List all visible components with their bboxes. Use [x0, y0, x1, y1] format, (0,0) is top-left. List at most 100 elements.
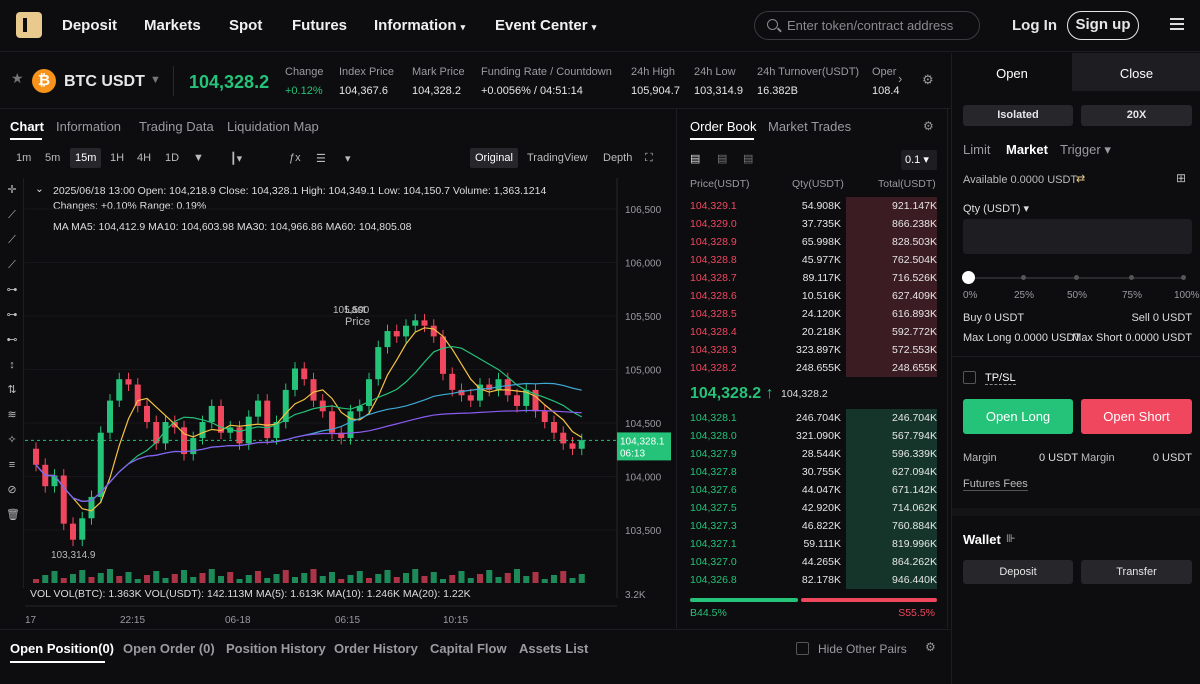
hide-pairs-label[interactable]: Hide Other Pairs: [818, 642, 907, 656]
tab-chart[interactable]: Chart: [10, 119, 44, 134]
slider-stop[interactable]: [1074, 275, 1079, 280]
pair-dropdown-icon[interactable]: ▼: [150, 74, 161, 86]
nav-information[interactable]: Information ▾: [374, 0, 465, 52]
tab-capital-flow[interactable]: Capital Flow: [430, 641, 507, 656]
orderbook-row[interactable]: 104,326.8 82.178K 946.440K: [690, 571, 937, 589]
orderbook-row[interactable]: 104,328.9 65.998K 828.503K: [690, 233, 937, 251]
ray-icon[interactable]: ⟋: [6, 234, 18, 246]
price-range-icon[interactable]: ⇅: [6, 384, 18, 396]
price-chart[interactable]: ⌄ 2025/06/18 13:00 Open: 104,218.9 Close…: [25, 178, 673, 628]
slider-stop[interactable]: [1129, 275, 1134, 280]
interval-1m[interactable]: 1m: [16, 152, 31, 164]
hide-pairs-checkbox[interactable]: [796, 642, 809, 655]
tab-order-book[interactable]: Order Book: [690, 119, 756, 134]
horizontal-line-icon[interactable]: ⊶: [6, 284, 18, 296]
candle-type-icon[interactable]: ┃▾: [230, 152, 242, 165]
orderbook-row[interactable]: 104,328.1 246.704K 246.704K: [690, 409, 937, 427]
view-depth[interactable]: Depth: [603, 152, 632, 164]
tab-position-history[interactable]: Position History: [226, 641, 326, 656]
interval-5m[interactable]: 5m: [45, 152, 60, 164]
tpsl-label[interactable]: TP/SL: [985, 372, 1016, 385]
view-tradingview[interactable]: TradingView: [527, 152, 588, 164]
orderbook-row[interactable]: 104,328.4 20.218K 592.772K: [690, 323, 937, 341]
login-button[interactable]: Log In: [1012, 0, 1057, 52]
tab-open-position[interactable]: Open Position(0): [10, 641, 114, 656]
interval-4h[interactable]: 4H: [137, 152, 151, 164]
interval-1d[interactable]: 1D: [165, 152, 179, 164]
tab-liquidation-map[interactable]: Liquidation Map: [227, 119, 319, 134]
open-short-button[interactable]: Open Short: [1081, 399, 1192, 434]
orderbook-row[interactable]: 104,328.5 24.120K 616.893K: [690, 305, 937, 323]
fib-icon[interactable]: ≋: [6, 409, 18, 421]
tpsl-checkbox[interactable]: [963, 371, 976, 384]
orderbook-row[interactable]: 104,328.0 321.090K 567.794K: [690, 427, 937, 445]
qty-input[interactable]: [963, 219, 1192, 254]
orderbook-row[interactable]: 104,328.2 248.655K 248.655K: [690, 359, 937, 377]
menu-icon[interactable]: [1170, 18, 1184, 30]
tab-information[interactable]: Information: [56, 119, 121, 134]
horizontal-ray-icon[interactable]: ⊶: [6, 309, 18, 321]
wallet-chart-icon[interactable]: ⊪: [1006, 532, 1016, 545]
nav-event-center[interactable]: Event Center ▾: [495, 0, 596, 52]
star-icon[interactable]: ★: [11, 70, 24, 87]
qty-slider-handle[interactable]: [962, 271, 975, 284]
orderbook-row[interactable]: 104,327.3 46.822K 760.884K: [690, 517, 937, 535]
signup-button[interactable]: Sign up: [1067, 11, 1139, 40]
layout-icon[interactable]: ☰: [316, 152, 326, 165]
search-input[interactable]: Enter token/contract address: [754, 11, 980, 40]
leverage-button[interactable]: 20X: [1081, 105, 1192, 126]
pair-name[interactable]: BTC USDT: [64, 73, 145, 91]
extended-line-icon[interactable]: ⟋: [6, 259, 18, 271]
tab-assets-list[interactable]: Assets List: [519, 641, 588, 656]
nav-futures[interactable]: Futures: [292, 0, 347, 52]
orderbook-row[interactable]: 104,327.9 28.544K 596.339K: [690, 445, 937, 463]
calculator-icon[interactable]: ⊞: [1176, 171, 1186, 185]
slider-stop[interactable]: [1021, 275, 1026, 280]
qty-label[interactable]: Qty (USDT) ▾: [963, 202, 1029, 215]
orderbook-row[interactable]: 104,328.7 89.117K 716.526K: [690, 269, 937, 287]
vertical-line-icon[interactable]: ↕: [6, 359, 18, 371]
futures-fees-link[interactable]: Futures Fees: [963, 478, 1028, 491]
orderbook-row[interactable]: 104,327.0 44.265K 864.262K: [690, 553, 937, 571]
pattern-icon[interactable]: ✧: [6, 434, 18, 446]
trendline-icon[interactable]: ⟋: [6, 209, 18, 221]
transfer-button[interactable]: Transfer: [1081, 560, 1192, 584]
view-original[interactable]: Original: [470, 148, 518, 168]
fullscreen-icon[interactable]: ⛶: [645, 152, 653, 165]
chevron-right-icon[interactable]: ›: [898, 71, 902, 86]
orderbook-row[interactable]: 104,327.5 42.920K 714.062K: [690, 499, 937, 517]
orderbook-row[interactable]: 104,328.8 45.977K 762.504K: [690, 251, 937, 269]
tab-open[interactable]: Open: [952, 53, 1072, 91]
orderbook-row[interactable]: 104,327.6 44.047K 671.142K: [690, 481, 937, 499]
interval-1h[interactable]: 1H: [110, 152, 124, 164]
settings-icon[interactable]: ⚙: [923, 119, 934, 133]
settings-icon[interactable]: ⚙: [922, 72, 934, 88]
book-both-icon[interactable]: ▤: [690, 152, 700, 165]
book-asks-icon[interactable]: ▤: [743, 152, 753, 165]
tab-open-order[interactable]: Open Order (0): [123, 641, 215, 656]
parallel-channel-icon[interactable]: ⊷: [6, 334, 18, 346]
hide-icon[interactable]: ⊘: [6, 484, 18, 496]
precision-select[interactable]: 0.1 ▾: [901, 150, 937, 170]
type-trigger[interactable]: Trigger ▾: [1060, 142, 1111, 158]
type-limit[interactable]: Limit: [963, 142, 990, 157]
nav-deposit[interactable]: Deposit: [62, 0, 117, 52]
book-bids-icon[interactable]: ▤: [717, 152, 727, 165]
trash-icon[interactable]: 🗑: [6, 509, 20, 521]
orderbook-row[interactable]: 104,329.0 37.735K 866.238K: [690, 215, 937, 233]
swap-icon[interactable]: ⇄: [1076, 172, 1085, 185]
tab-close[interactable]: Close: [1072, 53, 1200, 91]
logo-icon[interactable]: [16, 12, 42, 38]
settings-icon[interactable]: ⚙: [925, 640, 936, 654]
interval-dropdown-icon[interactable]: ▼: [193, 152, 204, 164]
nav-spot[interactable]: Spot: [229, 0, 262, 52]
orderbook-row[interactable]: 104,328.3 323.897K 572.553K: [690, 341, 937, 359]
price-type-select[interactable]: Last Price ▾: [345, 152, 370, 328]
crosshair-icon[interactable]: ✛: [6, 184, 18, 196]
margin-mode-button[interactable]: Isolated: [963, 105, 1073, 126]
nav-markets[interactable]: Markets: [144, 0, 201, 52]
indicator-icon[interactable]: ƒx: [289, 152, 301, 164]
orderbook-row[interactable]: 104,329.1 54.908K 921.147K: [690, 197, 937, 215]
text-icon[interactable]: ≡: [6, 459, 18, 471]
orderbook-row[interactable]: 104,327.1 59.111K 819.996K: [690, 535, 937, 553]
